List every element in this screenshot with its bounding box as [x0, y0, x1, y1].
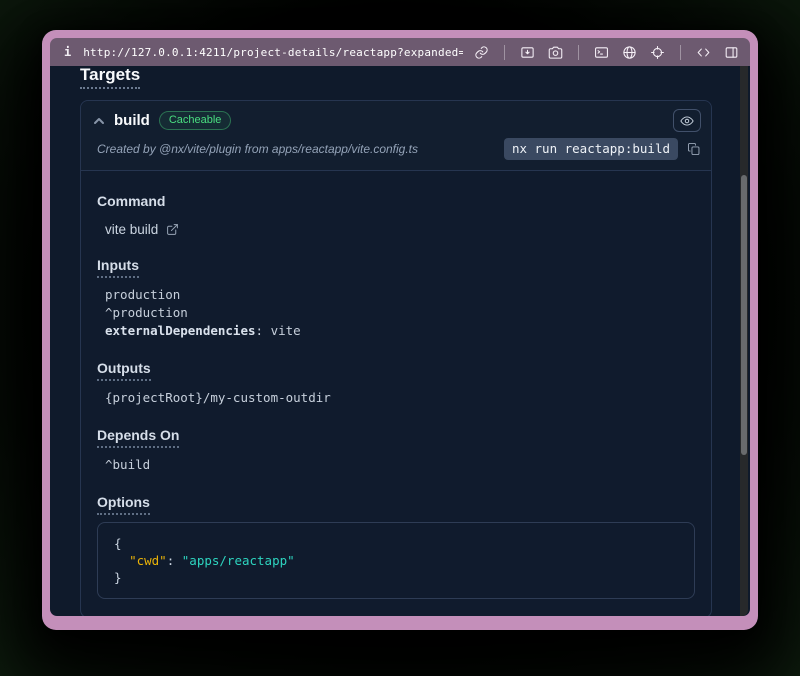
link-icon[interactable]	[473, 44, 490, 61]
json-close-brace: }	[114, 569, 678, 586]
external-link-icon[interactable]	[166, 223, 179, 236]
depends-on-section-heading: Depends On	[97, 427, 695, 443]
page-content: Targets build Cacheable	[50, 66, 750, 616]
browser-titlebar: i http://127.0.0.1:4211/project-details/…	[50, 38, 750, 66]
input-item: ^production	[105, 304, 695, 322]
code-icon[interactable]	[695, 44, 712, 61]
camera-icon[interactable]	[547, 44, 564, 61]
info-icon: i	[64, 45, 71, 59]
target-name: build	[114, 112, 150, 129]
scrollbar[interactable]	[740, 66, 748, 616]
desktop-background: i http://127.0.0.1:4211/project-details/…	[0, 0, 800, 676]
target-icon[interactable]	[649, 44, 666, 61]
copy-icon	[687, 142, 701, 156]
created-by-text: Created by @nx/vite/plugin from apps/rea…	[97, 142, 495, 156]
titlebar-toolbar	[473, 44, 740, 61]
depends-on-item: ^build	[105, 456, 695, 474]
json-property-line: "cwd": "apps/reactapp"	[114, 552, 678, 569]
page-title: Targets	[80, 66, 712, 87]
toolbar-divider	[680, 45, 681, 60]
command-value-row: vite build	[105, 222, 695, 237]
command-section-heading: Command	[97, 193, 695, 209]
output-item: {projectRoot}/my-custom-outdir	[105, 389, 695, 407]
toolbar-divider	[578, 45, 579, 60]
inputs-list: production ^production externalDependenc…	[105, 286, 695, 340]
inputs-section-heading: Inputs	[97, 257, 695, 273]
input-item-named: externalDependencies: vite	[105, 322, 695, 340]
json-open-brace: {	[114, 535, 678, 552]
sidebar-icon[interactable]	[723, 44, 740, 61]
input-item: production	[105, 286, 695, 304]
copy-command-button[interactable]	[687, 142, 701, 156]
command-value: vite build	[105, 222, 158, 237]
eye-icon	[680, 114, 694, 128]
view-target-graph-button[interactable]	[673, 109, 701, 132]
outputs-section-heading: Outputs	[97, 360, 695, 376]
url-text[interactable]: http://127.0.0.1:4211/project-details/re…	[83, 46, 463, 59]
run-command-chip: nx run reactapp:build	[504, 138, 678, 160]
build-card-body: Command vite build Inputs produc	[81, 171, 711, 616]
frame-download-icon[interactable]	[519, 44, 536, 61]
build-header-row[interactable]: build Cacheable	[81, 101, 711, 136]
target-card-build: build Cacheable Created by @nx/vite/plug…	[80, 100, 712, 616]
scrollbar-thumb[interactable]	[741, 175, 747, 455]
scroll-area: Targets build Cacheable	[50, 66, 736, 616]
build-card-header: build Cacheable Created by @nx/vite/plug…	[81, 101, 711, 171]
terminal-icon[interactable]	[593, 44, 610, 61]
chevron-up-icon	[93, 115, 105, 127]
browser-window: i http://127.0.0.1:4211/project-details/…	[42, 30, 758, 630]
options-section-heading: Options	[97, 494, 695, 510]
cacheable-badge: Cacheable	[159, 111, 232, 130]
options-json-block: { "cwd": "apps/reactapp" }	[97, 522, 695, 599]
toolbar-divider	[504, 45, 505, 60]
build-header-subrow: Created by @nx/vite/plugin from apps/rea…	[81, 136, 711, 170]
globe-icon[interactable]	[621, 44, 638, 61]
